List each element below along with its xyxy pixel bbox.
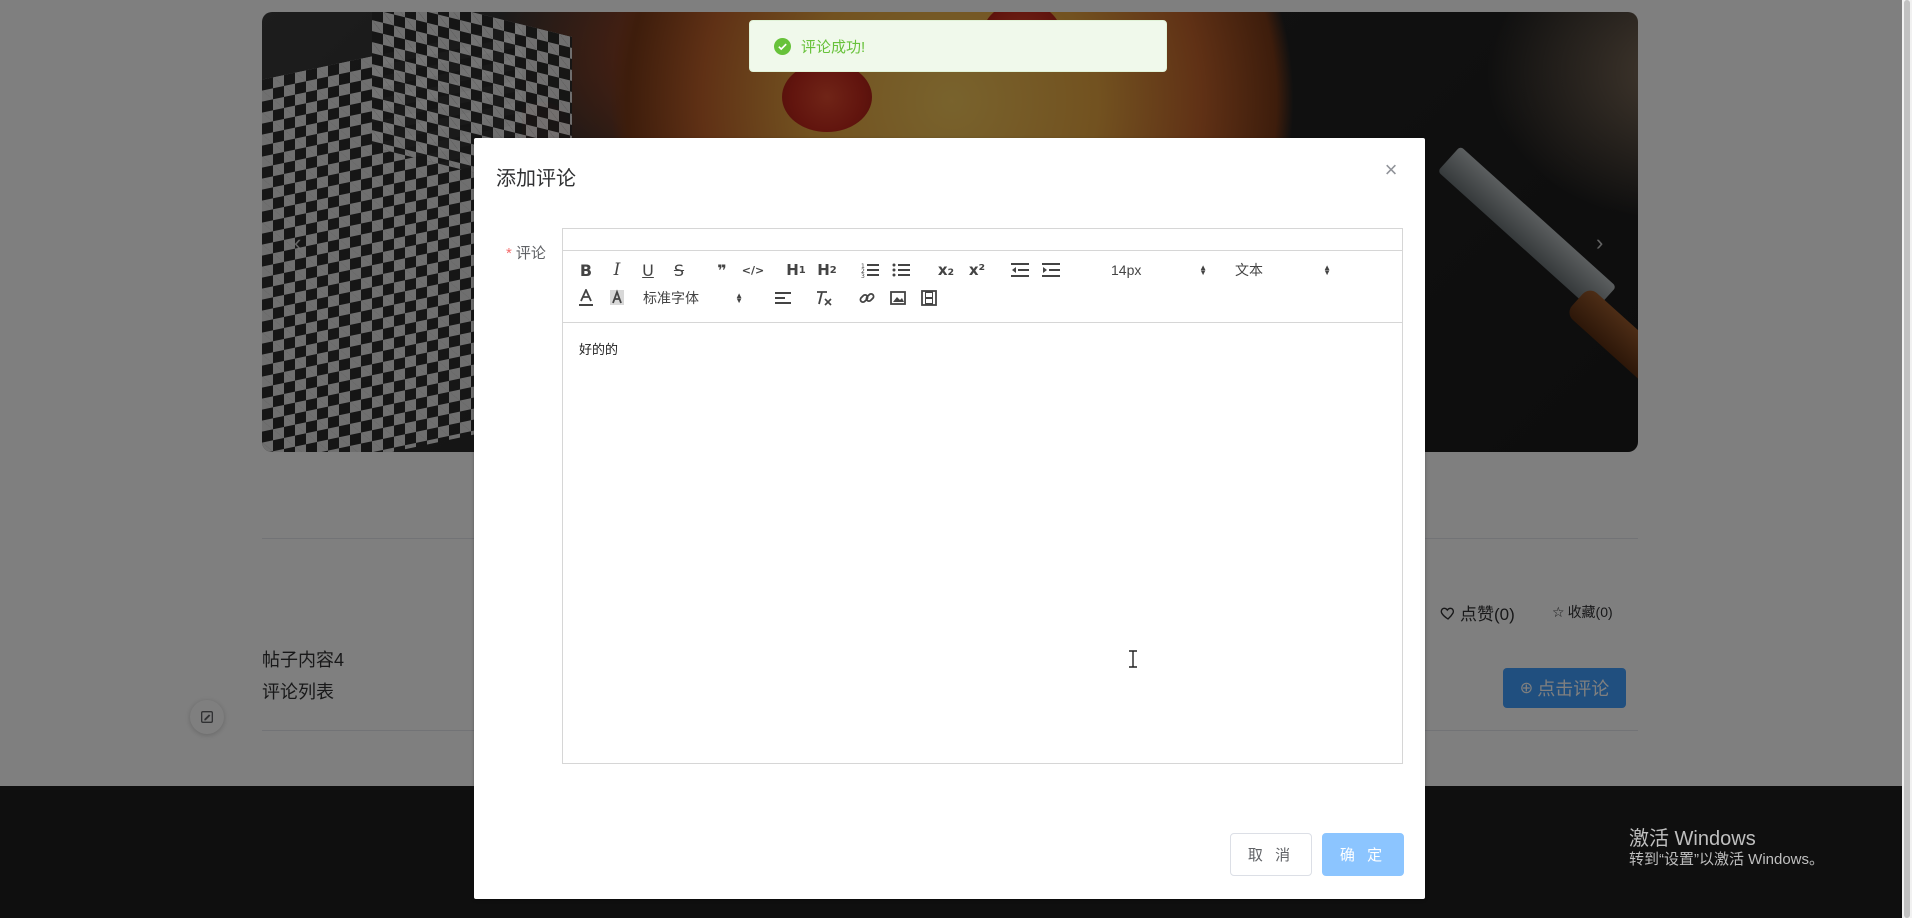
bold-button[interactable]: B bbox=[575, 259, 597, 281]
header-2-button[interactable]: H2 bbox=[816, 259, 838, 281]
check-circle-icon bbox=[774, 37, 791, 55]
text-cursor-icon bbox=[1129, 650, 1137, 668]
clear-format-button[interactable] bbox=[813, 287, 835, 309]
comment-field-label: * 评论 bbox=[506, 242, 546, 263]
font-family-value: 标准字体 bbox=[643, 290, 699, 306]
select-caret-icon: ▲ ▼ bbox=[1323, 263, 1331, 277]
align-button[interactable] bbox=[773, 287, 795, 309]
image-icon bbox=[890, 291, 906, 305]
editor-top-border bbox=[563, 229, 1402, 251]
header-2-letter: H bbox=[817, 261, 830, 279]
confirm-button[interactable]: 确 定 bbox=[1322, 833, 1404, 876]
add-comment-dialog: 添加评论 × * 评论 B I U S ❞ </> H1 H2 123 x₂ x² bbox=[474, 138, 1425, 899]
windows-activation-title: 激活 Windows bbox=[1629, 828, 1756, 850]
font-size-value: 14px bbox=[1111, 262, 1142, 278]
highlight-icon bbox=[610, 289, 624, 305]
italic-button[interactable]: I bbox=[606, 259, 628, 281]
success-toast: 评论成功! bbox=[749, 20, 1167, 72]
required-asterisk: * bbox=[506, 245, 512, 262]
code-block-button[interactable]: </> bbox=[742, 259, 764, 281]
image-button[interactable] bbox=[887, 287, 909, 309]
background-color-button[interactable] bbox=[606, 287, 628, 309]
bullet-list-icon bbox=[892, 263, 910, 277]
header-1-letter: H bbox=[786, 261, 799, 279]
header-1-button[interactable]: H1 bbox=[785, 259, 807, 281]
scrollbar-thumb[interactable] bbox=[1904, 0, 1910, 918]
select-caret-icon: ▲ ▼ bbox=[735, 291, 743, 305]
header-2-level: 2 bbox=[829, 264, 837, 276]
strike-button[interactable]: S bbox=[668, 259, 690, 281]
editor-toolbar: B I U S ❞ </> H1 H2 123 x₂ x² 14px ▲ ▼ 文… bbox=[563, 251, 1402, 323]
ordered-list-button[interactable]: 123 bbox=[859, 259, 881, 281]
link-icon bbox=[859, 293, 875, 303]
indent-button[interactable] bbox=[1040, 259, 1062, 281]
close-icon[interactable]: × bbox=[1379, 157, 1403, 182]
editor-content-area[interactable]: 好的的 bbox=[563, 323, 1402, 374]
link-button[interactable] bbox=[856, 287, 878, 309]
clear-format-icon bbox=[817, 291, 832, 306]
rich-text-editor: B I U S ❞ </> H1 H2 123 x₂ x² 14px ▲ ▼ 文… bbox=[562, 228, 1403, 764]
windows-activation-subtitle: 转到“设置”以激活 Windows。 bbox=[1629, 851, 1825, 868]
font-color-icon bbox=[579, 289, 593, 306]
superscript-button[interactable]: x² bbox=[966, 259, 988, 281]
toast-message: 评论成功! bbox=[801, 38, 866, 56]
bullet-list-button[interactable] bbox=[890, 259, 912, 281]
comment-field-label-text: 评论 bbox=[515, 245, 546, 262]
text-color-button[interactable] bbox=[575, 287, 597, 309]
font-family-select[interactable]: 标准字体 ▲ ▼ bbox=[643, 287, 743, 309]
svg-text:3: 3 bbox=[861, 273, 865, 278]
indent-icon bbox=[1042, 263, 1060, 277]
underline-button[interactable]: U bbox=[637, 259, 659, 281]
cancel-button[interactable]: 取 消 bbox=[1230, 833, 1312, 876]
dialog-title: 添加评论 bbox=[496, 168, 576, 190]
outdent-button[interactable] bbox=[1009, 259, 1031, 281]
blockquote-button[interactable]: ❞ bbox=[711, 259, 733, 281]
header-type-value: 文本 bbox=[1235, 262, 1263, 278]
ordered-list-icon: 123 bbox=[861, 263, 879, 278]
video-button[interactable] bbox=[918, 287, 940, 309]
align-left-icon bbox=[775, 292, 791, 304]
header-type-select[interactable]: 文本 ▲ ▼ bbox=[1235, 259, 1331, 281]
font-size-select[interactable]: 14px ▲ ▼ bbox=[1111, 259, 1207, 281]
editor-paragraph[interactable]: 好的的 bbox=[579, 339, 1386, 358]
select-caret-icon: ▲ ▼ bbox=[1199, 263, 1207, 277]
outdent-icon bbox=[1011, 263, 1029, 277]
header-1-level: 1 bbox=[798, 264, 806, 276]
subscript-button[interactable]: x₂ bbox=[935, 259, 957, 281]
page-scrollbar[interactable] bbox=[1902, 0, 1912, 918]
video-icon bbox=[921, 290, 937, 306]
